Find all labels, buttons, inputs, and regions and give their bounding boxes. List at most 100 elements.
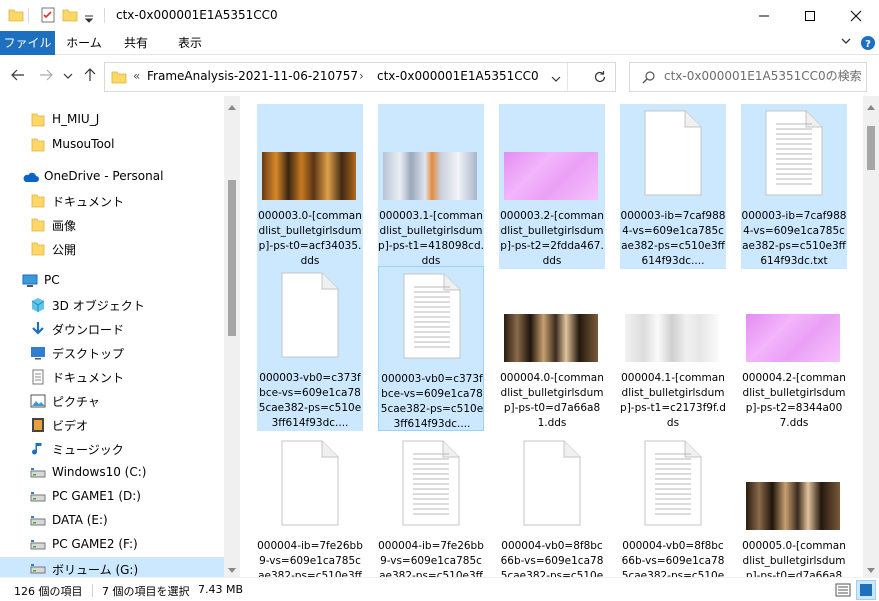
file-name: 000004-ib=7fe26bb9-vs=609e1ca785cae382-p… <box>257 540 363 577</box>
selection-size: 7.43 MB <box>198 583 244 596</box>
file-item[interactable]: 000003.0-[commandlist_bulletgirlsdump]-p… <box>257 104 363 269</box>
nav-item[interactable]: DATA (E:) <box>0 509 224 533</box>
address-row: « FrameAnalysis-2021-11-06-210757 › ctx-… <box>0 56 879 96</box>
up-button[interactable] <box>82 67 102 87</box>
nav-item[interactable]: ピクチャ <box>0 389 224 413</box>
texture-thumbnail <box>383 152 477 200</box>
window-title: ctx-0x000001E1A5351CC0 <box>116 8 278 22</box>
nav-item-label: ピクチャ <box>52 395 100 409</box>
nav-item[interactable]: H_MIU_J <box>0 108 224 132</box>
nav-item[interactable]: ビデオ <box>0 413 224 437</box>
texture-thumbnail <box>625 314 719 362</box>
file-name: 000004.0-[commandlist_bulletgirlsdump]-p… <box>500 372 604 429</box>
file-item[interactable]: 000003.1-[commandlist_bulletgirlsdump]-p… <box>378 104 484 269</box>
tab-home[interactable]: ホーム <box>58 31 110 55</box>
forward-button[interactable] <box>38 67 58 87</box>
breadcrumb-overflow[interactable]: « <box>133 69 140 83</box>
recent-locations-button[interactable] <box>63 70 83 90</box>
nav-item[interactable]: PC GAME2 (F:) <box>0 533 224 557</box>
breadcrumb-item[interactable]: ctx-0x000001E1A5351CC0 <box>377 69 539 83</box>
nav-item-label: デスクトップ <box>52 347 125 361</box>
nav-item[interactable]: Windows10 (C:) <box>0 461 224 485</box>
file-item[interactable]: 000005.0-[commandlist_bulletgirlsdump]-p… <box>741 434 847 577</box>
file-name: 000003.1-[commandlist_bulletgirlsdump]-p… <box>378 210 484 267</box>
nav-item[interactable]: 3D オブジェクト <box>0 293 224 317</box>
status-bar: 126 個の項目 7 個の項目を選択 7.43 MB <box>0 577 879 601</box>
chevron-up-icon[interactable] <box>227 100 237 114</box>
cube-icon <box>30 297 46 313</box>
close-button[interactable] <box>833 0 879 31</box>
file-item[interactable]: 000003-ib=7caf9884-vs=609e1ca785cae382-p… <box>620 104 726 269</box>
file-item[interactable]: 000004.1-[commandlist_bulletgirlsdump]-p… <box>620 266 726 431</box>
breadcrumb-item[interactable]: FrameAnalysis-2021-11-06-210757 <box>147 69 358 83</box>
file-item[interactable]: 000003-ib=7caf9884-vs=609e1ca785cae382-p… <box>741 104 847 269</box>
chevron-down-icon[interactable] <box>84 12 94 29</box>
content-scrollbar-thumb[interactable] <box>867 126 875 170</box>
file-item[interactable]: 000004-ib=7fe26bb9-vs=609e1ca785cae382-p… <box>257 434 363 577</box>
search-input[interactable] <box>664 69 862 83</box>
file-item[interactable]: 000004.0-[commandlist_bulletgirlsdump]-p… <box>499 266 605 431</box>
folder-icon <box>30 137 46 153</box>
tab-view[interactable]: 表示 <box>164 31 216 55</box>
nav-scrollbar-thumb[interactable] <box>228 180 236 336</box>
nav-item[interactable]: PC <box>0 269 224 293</box>
nav-item-label: PC <box>44 273 60 287</box>
expand-ribbon-icon[interactable] <box>840 35 852 51</box>
picture-icon <box>30 393 46 409</box>
texture-thumbnail <box>504 152 598 200</box>
nav-item[interactable]: ボリューム (G:) <box>0 557 224 577</box>
chevron-up-icon[interactable] <box>866 100 876 114</box>
file-name: 000003.2-[commandlist_bulletgirlsdump]-p… <box>500 210 604 267</box>
nav-item[interactable]: ミュージック <box>0 437 224 461</box>
nav-item-label: PC GAME2 (F:) <box>52 537 138 551</box>
file-item[interactable]: 000003-vb0=c373fbce-vs=609e1ca785cae382-… <box>257 266 363 431</box>
file-name: 000003-vb0=c373fbce-vs=609e1ca785cae382-… <box>380 373 484 430</box>
search-box[interactable] <box>629 62 867 92</box>
properties-icon[interactable] <box>40 7 56 24</box>
nav-item[interactable]: ドキュメント <box>0 189 224 213</box>
nav-scrollbar[interactable] <box>224 96 240 577</box>
nav-item-label: ビデオ <box>52 419 89 433</box>
nav-item[interactable]: ドキュメント <box>0 365 224 389</box>
file-item[interactable]: 000004-ib=7fe26bb9-vs=609e1ca785cae382-p… <box>378 434 484 577</box>
large-icons-view-icon <box>860 584 872 596</box>
nav-item[interactable]: 画像 <box>0 213 224 237</box>
minimize-icon <box>759 15 769 17</box>
divider <box>567 63 568 91</box>
arrow-left-icon <box>11 69 24 81</box>
help-icon[interactable]: ? <box>860 35 876 51</box>
minimize-button[interactable] <box>741 0 787 31</box>
blank-file-icon <box>280 440 340 526</box>
file-name: 000004-vb0=8f8bc66b-vs=609e1ca785cae382-… <box>500 540 604 577</box>
file-item[interactable]: 000004-vb0=8f8bc66b-vs=609e1ca785cae382-… <box>620 434 726 577</box>
large-icons-view-button[interactable] <box>856 580 876 600</box>
title-bar: ctx-0x000001E1A5351CC0 <box>0 0 879 31</box>
file-list: 000003.0-[commandlist_bulletgirlsdump]-p… <box>240 96 863 577</box>
divider <box>92 584 93 597</box>
nav-item[interactable]: デスクトップ <box>0 341 224 365</box>
chevron-down-icon[interactable] <box>227 564 237 578</box>
refresh-icon[interactable] <box>593 70 607 87</box>
nav-item[interactable]: 公開 <box>0 237 224 261</box>
file-item[interactable]: 000004.2-[commandlist_bulletgirlsdump]-p… <box>741 266 847 431</box>
chevron-down-icon[interactable] <box>866 564 876 578</box>
file-item[interactable]: 000003.2-[commandlist_bulletgirlsdump]-p… <box>499 104 605 269</box>
file-item[interactable]: 000003-vb0=c373fbce-vs=609e1ca785cae382-… <box>378 266 484 431</box>
details-view-icon[interactable] <box>835 582 851 601</box>
tab-share[interactable]: 共有 <box>112 31 160 55</box>
chevron-down-icon[interactable] <box>551 73 561 87</box>
file-item[interactable]: 000004-vb0=8f8bc66b-vs=609e1ca785cae382-… <box>499 434 605 577</box>
nav-item-label: Windows10 (C:) <box>52 465 147 479</box>
nav-item[interactable]: PC GAME1 (D:) <box>0 485 224 509</box>
folder-icon <box>111 69 127 88</box>
nav-item[interactable]: OneDrive - Personal <box>0 165 224 189</box>
text-file-icon <box>764 110 824 196</box>
maximize-button[interactable] <box>787 0 833 31</box>
nav-item[interactable]: MusouTool <box>0 133 224 157</box>
back-button[interactable] <box>10 67 30 87</box>
new-folder-icon[interactable] <box>62 7 78 24</box>
address-bar[interactable]: « FrameAnalysis-2021-11-06-210757 › ctx-… <box>104 62 616 92</box>
content-scrollbar[interactable] <box>863 96 879 577</box>
nav-item[interactable]: ダウンロード <box>0 317 224 341</box>
tab-file[interactable]: ファイル <box>0 31 55 55</box>
